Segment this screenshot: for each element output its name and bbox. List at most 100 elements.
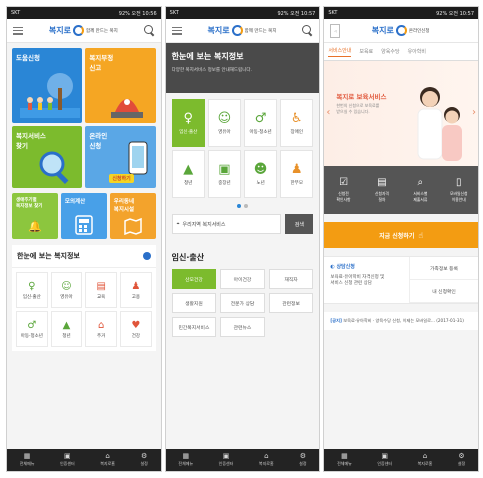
grid-label: 중장년 [218,180,231,186]
subcategory-button[interactable]: 관련정보 [268,293,314,313]
category-item[interactable]: ▲ 청년 [50,311,83,347]
back-icon[interactable]: ◁ [330,23,341,38]
tab-childcare-fee[interactable]: 보육료 [359,48,373,55]
grid-item-disabled[interactable]: ♿ 장애인 [280,99,314,147]
subcategory-button[interactable]: 민간복지서비스 [171,317,217,337]
grid-item-youth[interactable]: ♂ 아동·청소년 [244,99,278,147]
nav-auth[interactable]: ▣ 인증센터 [219,453,234,467]
grid-item-single-parent[interactable]: ♟ 한부모 [280,150,314,198]
tab-parenting-allowance[interactable]: 양육수당 [381,48,399,55]
logo[interactable]: 복지로 함께 만드는 복지 [208,25,276,36]
consult-request[interactable]: ◐ 상담신청 보육료·유아학비 자격신청 및 서비스 신청 관련 상담 [324,257,411,303]
status-bar: SKT 92% 오전 10:57 [324,7,479,19]
category-label: 고용 [131,294,140,300]
category-label: 건강 [131,333,140,339]
banner-title: 한눈에 보는 복지정보 [171,52,244,61]
status-right: 92% 오전 10:57 [436,10,475,17]
page-indicator [166,204,320,208]
tab-preschool-fee[interactable]: 유아학비 [408,48,426,55]
subcategory-button[interactable]: 산모건강 [171,269,217,289]
grid-item-young-adult[interactable]: ▲ 청년 [171,150,205,198]
category-item[interactable]: ☺ 영유아 [50,272,83,308]
tile-label: 온라인 신청 [89,132,108,150]
subcategory-button[interactable]: 아이건강 [220,269,265,289]
family-info-link[interactable]: 가족정보 등록 [410,257,479,280]
hero-subtitle: 한번의 신청으로 보육료를 받으실 수 있습니다. [336,103,380,114]
status-right: 92% 오전 10:57 [277,10,316,17]
chevron-right-icon[interactable]: › [472,107,476,118]
nav-home[interactable]: ⌂ 복지로홈 [100,453,115,467]
bottom-nav: ▦ 전체메뉴 ▣ 인증센터 ⌂ 복지로홈 ⚙ 설정 [165,449,320,471]
category-label: 영유아 [60,294,73,300]
more-icon[interactable] [142,252,151,260]
tile-find-service[interactable]: 복지서비스 찾기 [12,126,83,188]
child-icon: ♂ [254,110,267,126]
subcategory-button[interactable]: 생활지원 [171,293,217,313]
category-item[interactable]: ♟ 고용 [120,272,152,308]
location-search: ⌖ 우리지역 복지서비스 검색 [171,214,314,234]
category-item[interactable]: ⌂ 주거 [85,311,117,347]
nav-label: 인증센터 [218,461,234,466]
nav-label: 설정 [457,461,466,466]
baby-icon: ☺ [217,110,232,126]
grid-item-middle-age[interactable]: ▣ 중장년 [207,150,241,198]
category-label: 청년 [62,333,71,339]
nav-label: 인증센터 [377,461,393,466]
location-select[interactable]: ⌖ 우리지역 복지서비스 [171,214,282,234]
apply-now-button[interactable]: 지금 신청하기 ☝ [324,222,479,248]
grid-item-infant[interactable]: ☺ 영유아 [207,99,241,147]
grid-item-pregnancy[interactable]: ♀ 임신·출산 [171,99,205,147]
subcategory-button[interactable]: 관련뉴스 [220,317,265,337]
guide-label: 신청자격 절차 [374,191,389,202]
category-item[interactable]: ♀ 임신·출산 [16,272,48,308]
my-application-link[interactable]: 내 신청확인 [410,280,479,303]
section-title: 한눈에 보는 복지정보 [17,252,80,260]
nav-auth[interactable]: ▣ 인증센터 [60,453,75,467]
nav-menu[interactable]: ▦ 전체메뉴 [337,453,352,467]
notice-bar[interactable]: [공지] 보육료·유아학비 · 양육수당 신청, 이제는 모바일로... (20… [324,312,479,330]
search-icon[interactable] [143,25,155,36]
guide-mobile[interactable]: ▯ 모바일신청 이용안내 [443,177,475,203]
tab-service-guide[interactable]: 서비스안내 [328,47,352,57]
gear-icon: ⚙ [458,452,465,460]
nav-home[interactable]: ⌂ 복지로홈 [259,453,274,467]
consult-subtitle: 보육료·유아학비 자격신청 및 서비스 신청 관련 상담 [330,275,385,286]
tile-local-facility[interactable]: 우리동네 복지시설 [109,193,156,239]
tile-label: 복지서비스 찾기 [16,132,46,150]
guide-prechecks[interactable]: ☑ 신청전 확인사항 [328,177,360,203]
status-right: 92% 오전 10:56 [118,10,157,17]
subcategory-button[interactable]: 전문가 상담 [220,293,265,313]
logo[interactable]: 복지로 함께 만드는 복지 [49,25,118,36]
tile-label: 생애주기별 복지정보 찾기 [16,198,43,209]
tile-lifecycle[interactable]: 생애주기별 복지정보 찾기 🔔 [12,193,58,239]
search-button[interactable]: 검색 [285,214,314,234]
nav-settings[interactable]: ⚙ 설정 [458,453,465,467]
category-label: 아동·청소년 [20,333,43,339]
nav-menu[interactable]: ▦ 전체메뉴 [20,453,35,467]
category-item[interactable]: ♥ 건강 [120,311,152,347]
grid-item-senior[interactable]: ☻ 노년 [244,150,278,198]
category-item[interactable]: ♂ 아동·청소년 [16,311,48,347]
tile-online-apply[interactable]: 온라인 신청 신청하기 [85,126,156,188]
nav-auth[interactable]: ▣ 인증센터 [377,453,392,467]
menu-icon[interactable] [13,26,23,35]
tile-fraud-report[interactable]: 복지부정 신고 [85,48,156,123]
chevron-left-icon[interactable]: ‹ [326,107,330,118]
family-photo-icon [417,87,463,161]
nav-menu[interactable]: ▦ 전체메뉴 [178,453,193,467]
guide-eligibility[interactable]: ▤ 신청자격 절차 [366,177,398,203]
nav-settings[interactable]: ⚙ 설정 [299,453,306,467]
child-icon: ♂ [27,319,37,331]
location-label: 우리지역 복지서비스 [182,221,226,228]
subcategory-button[interactable]: 재직자 [268,269,314,289]
logo[interactable]: 복지로 온라인신청 [372,25,430,36]
nav-settings[interactable]: ⚙ 설정 [141,453,148,467]
menu-icon[interactable] [171,26,182,35]
search-icon[interactable] [302,25,313,36]
nav-home[interactable]: ⌂ 복지로홈 [418,453,433,467]
tile-calculator[interactable]: 모의계산 [60,193,107,239]
guide-documents[interactable]: ⌕ 서비스별 제출서류 [404,177,436,203]
logo-ring-icon [72,25,84,36]
category-item[interactable]: ▤ 교육 [85,272,117,308]
tile-help-request[interactable]: 도움신청 [12,48,83,123]
